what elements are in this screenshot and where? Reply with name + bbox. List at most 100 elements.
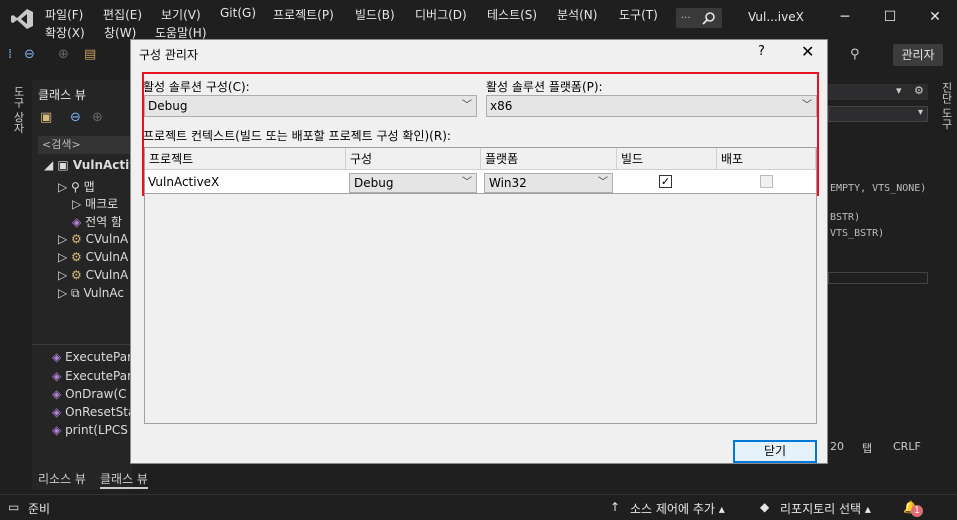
chevron-down-icon: ﹀ xyxy=(598,177,608,188)
close-button[interactable]: 닫기 xyxy=(733,440,817,463)
maps-icon: ⚲ xyxy=(71,180,80,194)
tree-item-class2[interactable]: ▷ ⚙ CVulnA xyxy=(58,250,128,264)
tree-item-macros[interactable]: ▷ 매크로 xyxy=(72,195,118,212)
visual-studio-logo-icon xyxy=(11,9,33,29)
member-label: ExecutePar xyxy=(65,369,133,383)
live-share-icon[interactable]: ⚲ xyxy=(850,47,860,62)
column-header-build[interactable]: 빌드 xyxy=(617,148,717,170)
tree-item-label: VulnAc xyxy=(83,286,124,300)
minimize-button[interactable]: ─ xyxy=(830,6,860,28)
dialog-title: 구성 관리자 xyxy=(139,48,199,62)
menu-project[interactable]: 프로젝트(P) xyxy=(273,6,334,23)
member-dropdown[interactable]: ▾ xyxy=(828,106,928,122)
window-title: Vul...iveX xyxy=(748,10,804,24)
method-icon: ◈ xyxy=(52,405,62,419)
select-repository[interactable]: 리포지토리 선택 ▴ xyxy=(780,500,871,517)
maximize-button[interactable]: ☐ xyxy=(875,6,905,28)
active-config-select[interactable]: Debug ﹀ xyxy=(144,95,477,117)
class-view-title: 클래스 뷰 xyxy=(38,88,86,102)
menu-debug[interactable]: 디버그(D) xyxy=(415,6,467,23)
tree-item-project[interactable]: ▷ ⧉ VulnAc xyxy=(58,286,124,301)
back-icon[interactable]: ⊖ xyxy=(24,47,35,62)
column-header-deploy[interactable]: 배포 xyxy=(717,148,816,170)
new-item-icon[interactable]: ▤ xyxy=(84,47,96,62)
chevron-down-icon: ▾ xyxy=(917,107,923,118)
help-button[interactable]: ? xyxy=(758,44,765,59)
column-header-config[interactable]: 구성 xyxy=(346,148,481,170)
close-window-button[interactable]: ✕ xyxy=(920,6,950,28)
configuration-manager-dialog: 구성 관리자 ? ✕ 활성 솔루션 구성(C): Debug ﹀ 활성 솔루션 … xyxy=(130,39,828,464)
project-icon: ⧉ xyxy=(71,286,80,300)
title-bar: 파일(F) 편집(E) 보기(V) Git(G) 프로젝트(P) 빌드(B) 디… xyxy=(0,0,957,44)
class-view-splitter[interactable] xyxy=(32,344,132,345)
tree-item-class3[interactable]: ▷ ⚙ CVulnA xyxy=(58,268,128,282)
forward-icon[interactable]: ⊕ xyxy=(58,47,69,62)
member-item[interactable]: ◈ ExecutePar xyxy=(52,369,132,383)
member-label: OnDraw(C xyxy=(65,387,127,401)
member-item[interactable]: ◈ OnDraw(C xyxy=(52,387,127,401)
tree-item-label: CVulnA xyxy=(85,232,129,246)
dialog-close-icon[interactable]: ✕ xyxy=(801,42,814,61)
chevron-down-icon: ﹀ xyxy=(462,177,472,188)
menu-edit[interactable]: 편집(E) xyxy=(103,6,142,23)
class-view-back-icon[interactable]: ⊖ xyxy=(70,110,81,125)
editor-eol[interactable]: CRLF xyxy=(893,440,921,453)
editor-tab-strip: ▾ ⚙ xyxy=(828,84,928,100)
tab-resource-view[interactable]: 리소스 뷰 xyxy=(38,470,86,487)
code-line: VTS_BSTR) xyxy=(830,228,885,239)
member-item[interactable]: ◈ print(LPCS xyxy=(52,423,128,437)
tree-item-label: 맵 xyxy=(83,180,95,194)
member-item[interactable]: ◈ OnResetSta xyxy=(52,405,135,419)
git-icon: ◆ xyxy=(760,500,770,514)
tree-item-globals[interactable]: ◈ 전역 함 xyxy=(72,213,122,230)
member-item[interactable]: ◈ ExecutePar xyxy=(52,350,132,364)
class-view-search-input[interactable]: <검색> xyxy=(38,136,130,154)
project-contexts-label: 프로젝트 컨텍스트(빌드 또는 배포할 프로젝트 구성 확인)(R): xyxy=(143,129,451,143)
build-checkbox[interactable]: ✓ xyxy=(659,175,672,188)
tab-class-view[interactable]: 클래스 뷰 xyxy=(100,470,148,489)
active-platform-select[interactable]: x86 ﹀ xyxy=(486,95,817,117)
status-ready: 준비 xyxy=(28,502,51,516)
class-view-new-folder-icon[interactable]: ▣ xyxy=(40,110,52,125)
editor-line-number: 20 xyxy=(830,440,844,453)
tree-item-label: CVulnA xyxy=(85,268,129,282)
menu-analyze[interactable]: 분석(N) xyxy=(557,6,597,23)
tree-item-maps[interactable]: ▷ ⚲ 맵 xyxy=(58,178,95,195)
grid-empty-area xyxy=(144,194,817,424)
menu-tools[interactable]: 도구(T) xyxy=(619,6,658,23)
column-header-project[interactable]: 프로젝트 xyxy=(145,148,346,170)
diagnostic-tools-tab[interactable]: 진단 도구 xyxy=(938,82,954,130)
deploy-checkbox xyxy=(760,175,773,188)
chevron-down-icon: ﹀ xyxy=(802,100,812,111)
ready-icon: ▭ xyxy=(8,500,20,514)
class-view-forward-icon[interactable]: ⊕ xyxy=(92,110,103,125)
menu-git[interactable]: Git(G) xyxy=(220,6,256,20)
class-icon: ⚙ xyxy=(71,250,82,264)
pin-icon[interactable]: ▾ xyxy=(896,84,902,97)
menu-file[interactable]: 파일(F) xyxy=(45,6,83,23)
arrow-up-icon: ↑ xyxy=(610,500,621,514)
method-icon: ◈ xyxy=(52,387,62,401)
add-to-source-control[interactable]: 소스 제어에 추가 ▴ xyxy=(630,500,725,517)
column-header-platform[interactable]: 플랫폼 xyxy=(481,148,617,170)
macro-icon: ▷ xyxy=(72,197,82,211)
toolbox-tab[interactable]: 도구 상자 xyxy=(10,86,26,134)
row-project-name: VulnActiveX xyxy=(148,175,220,189)
gear-icon[interactable]: ⚙ xyxy=(914,84,924,97)
editor-tab-mode[interactable]: 탭 xyxy=(862,440,872,456)
search-dots: ... xyxy=(681,10,691,21)
code-line: BSTR) xyxy=(830,212,861,223)
search-box[interactable]: ... xyxy=(676,8,722,28)
menu-extensions[interactable]: 확장(X) xyxy=(45,24,85,41)
admin-button[interactable]: 관리자 xyxy=(893,44,943,66)
member-label: print(LPCS xyxy=(65,423,128,437)
menu-build[interactable]: 빌드(B) xyxy=(355,6,395,23)
row-config-select[interactable]: Debug ﹀ xyxy=(349,173,477,193)
row-platform-select[interactable]: Win32 ﹀ xyxy=(484,173,613,193)
menu-view[interactable]: 보기(V) xyxy=(161,6,201,23)
menu-test[interactable]: 테스트(S) xyxy=(487,6,537,23)
member-label: OnResetSta xyxy=(65,405,136,419)
row-platform-value: Win32 xyxy=(489,176,527,190)
tree-item-class1[interactable]: ▷ ⚙ CVulnA xyxy=(58,232,128,246)
right-rail: 진단 도구 xyxy=(932,80,957,490)
